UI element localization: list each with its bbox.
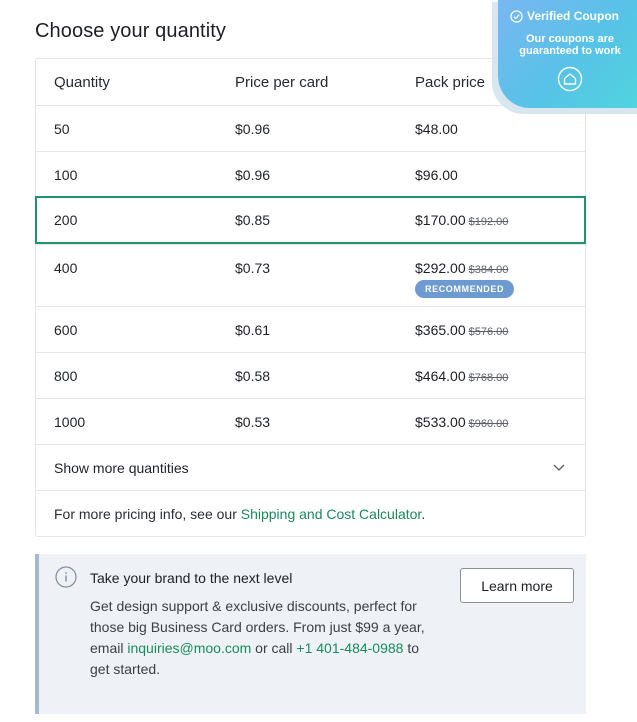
check-circle-icon (510, 9, 523, 23)
pack-price: $48.00 (415, 121, 458, 137)
home-icon[interactable] (557, 66, 583, 92)
pack-price: $365.00 $576.00 (415, 322, 509, 338)
quantity-value: 800 (54, 368, 78, 384)
quantity-value: 400 (54, 260, 78, 276)
learn-more-button[interactable]: Learn more (460, 568, 574, 603)
original-price: $960.00 (468, 418, 509, 430)
quantity-value: 100 (54, 167, 78, 183)
quantity-value: 600 (54, 322, 78, 338)
quantity-table: Quantity Price per card Pack price 50 $0… (35, 58, 586, 537)
price-per-card: $0.58 (235, 368, 271, 384)
pack-price: $96.00 (415, 167, 458, 183)
table-row[interactable]: 100 $0.96 $96.00 (36, 151, 585, 197)
price-per-card: $0.73 (235, 260, 271, 276)
info-circle-icon (55, 566, 77, 588)
pack-price: $533.00 $960.00 (415, 414, 509, 430)
header-price-per-card: Price per card (235, 74, 329, 91)
price-per-card: $0.53 (235, 414, 271, 430)
original-price: $768.00 (468, 372, 509, 384)
price-per-card: $0.96 (235, 167, 271, 183)
recommended-badge: RECOMMENDED (415, 280, 515, 298)
table-row[interactable]: 50 $0.96 $48.00 (36, 105, 585, 151)
price-per-card: $0.96 (235, 121, 271, 137)
show-more-quantities[interactable]: Show more quantities (36, 444, 585, 490)
verified-coupon-badge[interactable]: Verified Coupon Our coupons are guarante… (498, 0, 637, 108)
membership-promo: Take your brand to the next level Get de… (35, 554, 586, 714)
chevron-down-icon[interactable] (553, 461, 565, 473)
pack-price: $292.00 $384.00 (415, 260, 509, 276)
show-more-label: Show more quantities (54, 460, 189, 476)
email-link[interactable]: inquiries@moo.com (127, 640, 251, 656)
pricing-info-text: For more pricing info, see our (54, 506, 241, 522)
pack-price: $464.00 $768.00 (415, 368, 509, 384)
table-row-selected[interactable]: 200 $0.85 $170.00 $192.00 (35, 196, 586, 244)
table-row[interactable]: 400 $0.73 $292.00 $384.00 RECOMMENDED (36, 244, 585, 306)
quantity-value: 200 (54, 212, 78, 228)
original-price: $192.00 (468, 216, 509, 228)
header-pack-price: Pack price (415, 74, 486, 91)
original-price: $384.00 (468, 264, 509, 276)
quantity-value: 50 (54, 121, 70, 137)
page-title: Choose your quantity (35, 20, 227, 42)
table-row[interactable]: 800 $0.58 $464.00 $768.00 (36, 352, 585, 398)
price-per-card: $0.85 (235, 212, 271, 228)
quantity-value: 1000 (54, 414, 86, 430)
pricing-info: For more pricing info, see our Shipping … (36, 490, 585, 536)
table-row[interactable]: 600 $0.61 $365.00 $576.00 (36, 306, 585, 352)
pack-price: $170.00 $192.00 (415, 212, 509, 228)
shipping-calculator-link[interactable]: Shipping and Cost Calculator (241, 506, 422, 522)
coupon-title: Verified Coupon (527, 9, 620, 23)
table-row[interactable]: 1000 $0.53 $533.00 $960.00 (36, 398, 585, 444)
original-price: $576.00 (468, 326, 509, 338)
phone-link[interactable]: +1 401-484-0988 (296, 640, 403, 656)
promo-heading: Take your brand to the next level (90, 570, 293, 586)
promo-body: Get design support & exclusive discounts… (90, 598, 425, 677)
header-quantity: Quantity (54, 74, 110, 91)
coupon-subtitle: Our coupons are guaranteed to work (519, 33, 621, 57)
price-per-card: $0.61 (235, 322, 271, 338)
